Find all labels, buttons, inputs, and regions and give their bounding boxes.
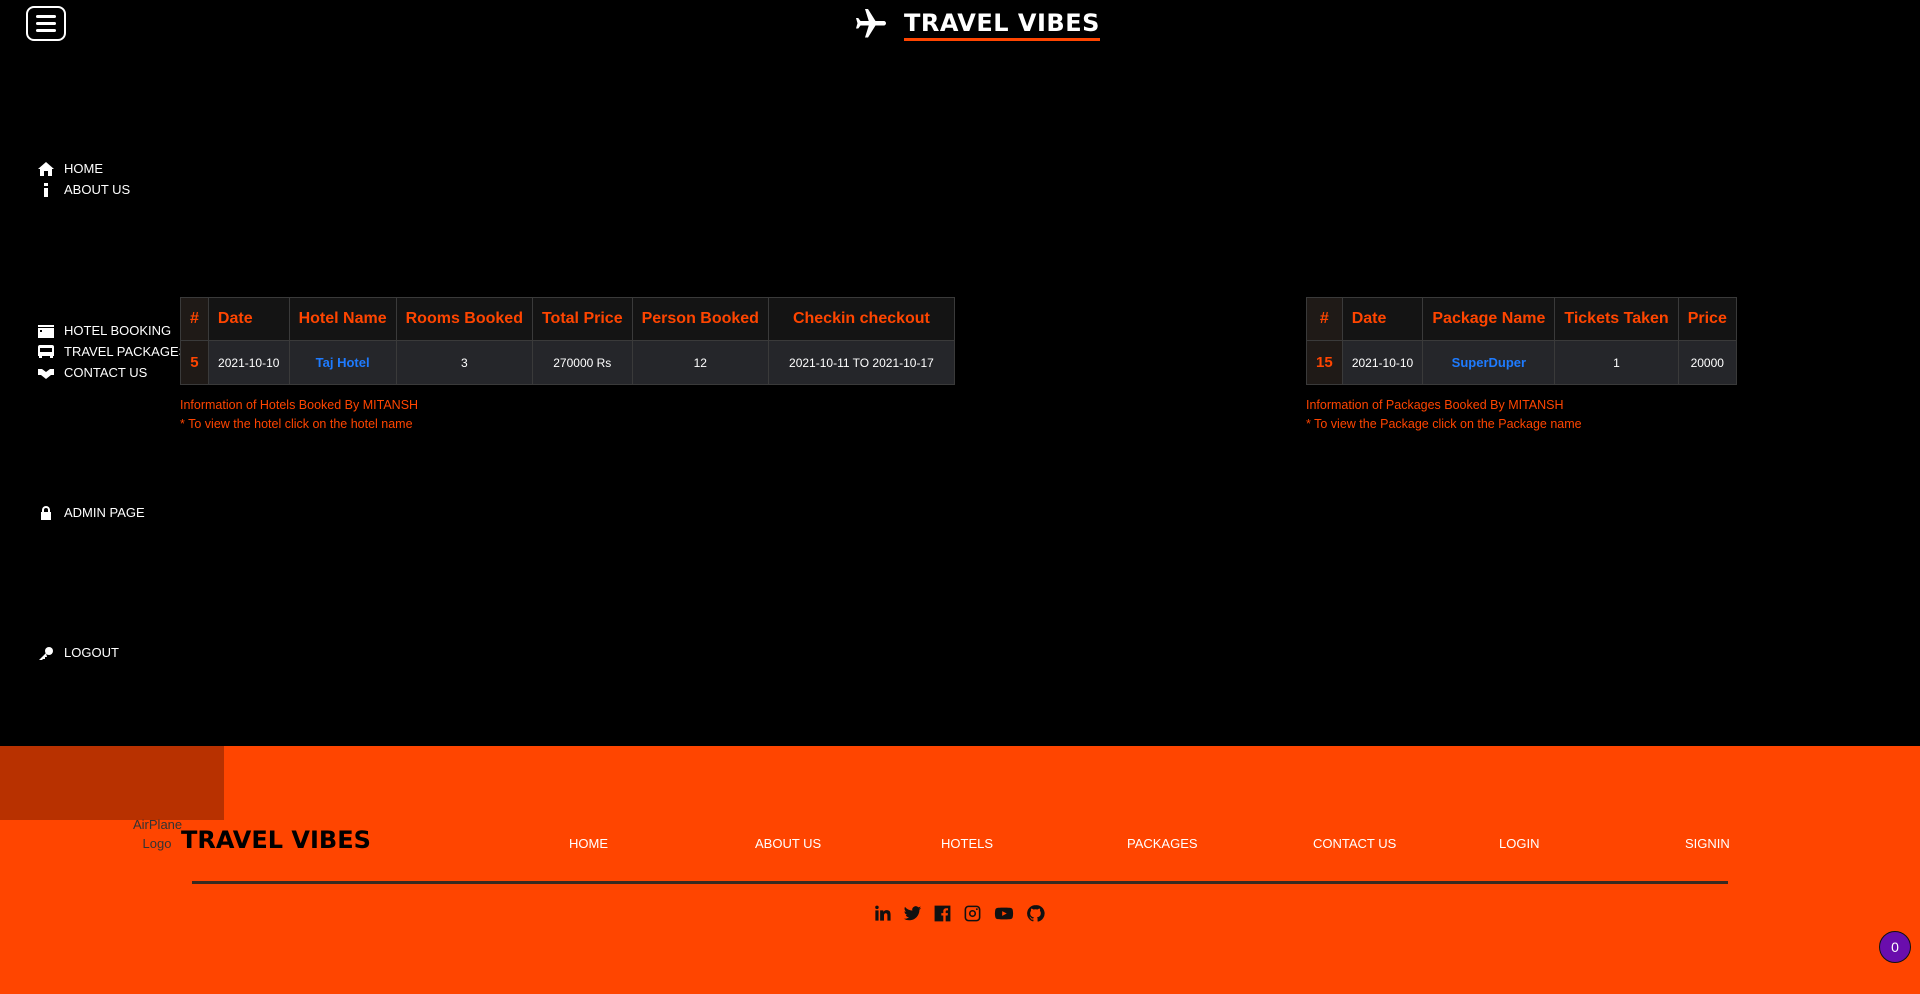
footer-link-login[interactable]: LOGIN bbox=[1499, 836, 1539, 851]
footer-divider bbox=[192, 881, 1728, 884]
hotel-name-link[interactable]: Taj Hotel bbox=[288, 340, 397, 385]
column-header: Package Name bbox=[1422, 297, 1556, 341]
rooms-booked: 3 bbox=[395, 340, 533, 385]
sidebar-group-booking: HOTEL BOOKING TRAVEL PACKAGES CONTACT US bbox=[38, 320, 187, 383]
sidebar-group-main: HOME ABOUT US bbox=[38, 158, 130, 200]
sidebar-item-about[interactable]: ABOUT US bbox=[38, 179, 130, 200]
github-icon[interactable] bbox=[1026, 904, 1045, 923]
booking-id: 5 bbox=[180, 340, 209, 385]
persons-booked: 12 bbox=[631, 340, 769, 385]
lock-icon bbox=[41, 505, 51, 520]
social-links bbox=[873, 904, 1045, 923]
info-icon bbox=[44, 182, 48, 197]
sidebar-item-contact[interactable]: CONTACT US bbox=[38, 362, 187, 383]
sidebar-item-label: HOME bbox=[64, 161, 103, 176]
package-notes: Information of Packages Booked By MITANS… bbox=[1306, 396, 1582, 434]
sidebar-item-label: LOGOUT bbox=[64, 645, 119, 660]
column-header: Price bbox=[1677, 297, 1737, 341]
table-header-row: # Date Package Name Tickets Taken Price bbox=[1306, 297, 1737, 341]
booking-date: 2021-10-10 bbox=[207, 340, 290, 385]
hamburger-menu-button[interactable] bbox=[26, 6, 66, 41]
hotel-notes: Information of Hotels Booked By MITANSH … bbox=[180, 396, 418, 434]
table-row: 15 2021-10-10 SuperDuper 1 20000 bbox=[1306, 340, 1737, 385]
sidebar-item-label: TRAVEL PACKAGES bbox=[64, 344, 188, 359]
site-brand[interactable]: TRAVEL VIBES bbox=[852, 6, 1100, 42]
hotel-icon bbox=[38, 324, 54, 338]
column-header: Date bbox=[1341, 297, 1424, 341]
footer-title: TRAVEL VIBES bbox=[181, 826, 371, 854]
column-header: # bbox=[180, 297, 209, 341]
footer-link-packages[interactable]: PACKAGES bbox=[1127, 836, 1198, 851]
sidebar-item-admin[interactable]: ADMIN PAGE bbox=[38, 502, 145, 523]
home-icon bbox=[38, 161, 54, 176]
column-header: Checkin checkout bbox=[767, 297, 955, 341]
sidebar-group-admin: ADMIN PAGE bbox=[38, 502, 145, 523]
hamburger-line bbox=[36, 29, 56, 32]
sidebar-item-travel-packages[interactable]: TRAVEL PACKAGES bbox=[38, 341, 187, 362]
sidebar-item-label: CONTACT US bbox=[64, 365, 148, 380]
column-header: # bbox=[1306, 297, 1343, 341]
footer-accent-block bbox=[0, 746, 224, 820]
youtube-icon[interactable] bbox=[993, 904, 1015, 923]
table-row: 5 2021-10-10 Taj Hotel 3 270000 Rs 12 20… bbox=[180, 340, 955, 385]
site-title: TRAVEL VIBES bbox=[904, 8, 1100, 41]
footer-link-about[interactable]: ABOUT US bbox=[755, 836, 821, 851]
sidebar-group-logout: LOGOUT bbox=[38, 642, 119, 663]
sidebar-item-home[interactable]: HOME bbox=[38, 158, 130, 179]
booking-date: 2021-10-10 bbox=[1341, 340, 1424, 385]
column-header: Person Booked bbox=[631, 297, 769, 341]
footer-link-contact[interactable]: CONTACT US bbox=[1313, 836, 1396, 851]
package-hint-text: * To view the Package click on the Packa… bbox=[1306, 417, 1582, 431]
column-header: Tickets Taken bbox=[1554, 297, 1679, 341]
column-header: Hotel Name bbox=[288, 297, 397, 341]
package-bookings-table: # Date Package Name Tickets Taken Price … bbox=[1306, 297, 1737, 385]
hotel-hint-text: * To view the hotel click on the hotel n… bbox=[180, 417, 413, 431]
column-header: Rooms Booked bbox=[395, 297, 533, 341]
package-price: 20000 bbox=[1677, 340, 1737, 385]
linkedin-icon[interactable] bbox=[873, 904, 892, 923]
bus-icon bbox=[38, 344, 54, 358]
total-price: 270000 Rs bbox=[531, 340, 633, 385]
airplane-icon bbox=[856, 9, 886, 38]
sidebar-item-label: ADMIN PAGE bbox=[64, 505, 145, 520]
sidebar-item-label: ABOUT US bbox=[64, 182, 131, 197]
column-header: Total Price bbox=[531, 297, 633, 341]
table-header-row: # Date Hotel Name Rooms Booked Total Pri… bbox=[180, 297, 955, 341]
hamburger-line bbox=[36, 22, 56, 25]
notification-badge[interactable]: 0 bbox=[1879, 931, 1911, 963]
facebook-icon[interactable] bbox=[933, 904, 952, 923]
hotel-bookings-table: # Date Hotel Name Rooms Booked Total Pri… bbox=[180, 297, 955, 385]
sidebar-item-hotel-booking[interactable]: HOTEL BOOKING bbox=[38, 320, 187, 341]
site-footer: AirPlane Logo TRAVEL VIBES HOME ABOUT US… bbox=[0, 746, 1920, 994]
hotel-info-text: Information of Hotels Booked By MITANSH bbox=[180, 398, 419, 412]
sidebar-item-label: HOTEL BOOKING bbox=[64, 323, 172, 338]
column-header: Date bbox=[207, 297, 290, 341]
footer-logo-image: AirPlane Logo bbox=[133, 817, 183, 851]
sidebar-item-logout[interactable]: LOGOUT bbox=[38, 642, 119, 663]
package-name-link[interactable]: SuperDuper bbox=[1422, 340, 1556, 385]
booking-id: 15 bbox=[1306, 340, 1343, 385]
instagram-icon[interactable] bbox=[963, 904, 982, 923]
footer-link-signin[interactable]: SIGNIN bbox=[1685, 836, 1730, 851]
handshake-icon bbox=[38, 368, 54, 379]
hamburger-line bbox=[36, 15, 56, 18]
key-icon bbox=[39, 646, 53, 660]
tickets-taken: 1 bbox=[1554, 340, 1679, 385]
package-info-text: Information of Packages Booked By MITANS… bbox=[1306, 398, 1564, 412]
footer-link-hotels[interactable]: HOTELS bbox=[941, 836, 993, 851]
checkin-checkout: 2021-10-11 TO 2021-10-17 bbox=[767, 340, 955, 385]
twitter-icon[interactable] bbox=[903, 904, 922, 923]
footer-link-home[interactable]: HOME bbox=[569, 836, 608, 851]
